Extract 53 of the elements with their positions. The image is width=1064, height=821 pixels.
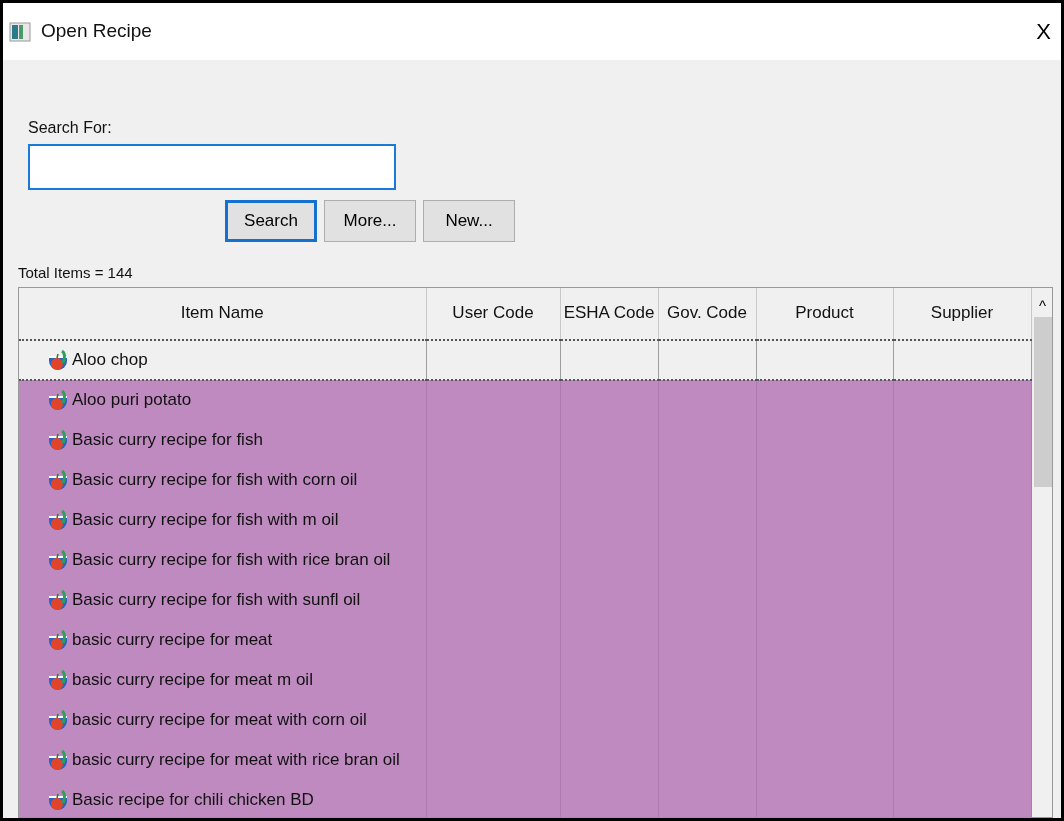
recipe-icon bbox=[47, 507, 69, 532]
dialog-button[interactable]: More... bbox=[324, 200, 416, 242]
table-row[interactable]: Basic curry recipe for fish with sunfl oil bbox=[19, 579, 1031, 620]
table-row[interactable]: Basic curry recipe for fish bbox=[19, 419, 1031, 460]
dialog-button[interactable]: Search bbox=[225, 200, 317, 242]
column-header[interactable]: ESHA Code bbox=[560, 287, 658, 340]
window-title: Open Recipe bbox=[41, 19, 152, 44]
app-icon bbox=[9, 21, 31, 42]
total-items-label: Total Items = 144 bbox=[18, 263, 134, 283]
table-row[interactable]: basic curry recipe for meat with corn oil bbox=[19, 699, 1031, 740]
item-name: basic curry recipe for meat m oil bbox=[72, 668, 313, 691]
recipe-icon bbox=[47, 587, 69, 612]
item-name: basic curry recipe for meat with rice bran oil bbox=[72, 748, 400, 771]
table-row[interactable]: Basic curry recipe for fish with m oil bbox=[19, 499, 1031, 540]
column-header[interactable]: User Code bbox=[426, 287, 560, 340]
column-header[interactable]: Supplier bbox=[893, 287, 1031, 340]
table-row[interactable]: Basic recipe for chili chicken BD bbox=[19, 779, 1031, 817]
recipe-icon bbox=[47, 627, 69, 652]
dialog-button[interactable]: New... bbox=[423, 200, 515, 242]
item-name: Basic curry recipe for fish with sunfl oil bbox=[72, 588, 361, 611]
item-name: Aloo chop bbox=[72, 348, 148, 371]
item-name: Basic recipe for chili chicken BD bbox=[72, 788, 314, 811]
table-row[interactable]: Aloo puri potato bbox=[19, 379, 1031, 420]
column-header[interactable]: Item Name bbox=[19, 287, 426, 340]
recipe-icon bbox=[47, 707, 69, 732]
recipe-icon bbox=[47, 467, 69, 492]
item-name: Basic curry recipe for fish with corn oil bbox=[72, 468, 358, 491]
recipe-icon bbox=[47, 787, 69, 812]
table-row[interactable]: Aloo chop bbox=[19, 339, 1031, 380]
item-name: Basic curry recipe for fish with m oil bbox=[72, 508, 339, 531]
item-name: basic curry recipe for meat with corn oil bbox=[72, 708, 367, 731]
item-name: Basic curry recipe for fish bbox=[72, 428, 263, 451]
close-button[interactable]: X bbox=[1032, 20, 1055, 43]
table-row[interactable]: basic curry recipe for meat with rice bran oil bbox=[19, 739, 1031, 780]
item-name: Basic curry recipe for fish with rice bran oil bbox=[72, 548, 391, 571]
item-name: Aloo puri potato bbox=[72, 389, 192, 412]
recipe-icon bbox=[47, 427, 69, 452]
recipe-icon bbox=[47, 667, 69, 692]
table-row[interactable]: basic curry recipe for meat bbox=[19, 619, 1031, 660]
search-field[interactable] bbox=[28, 144, 396, 190]
table-row[interactable]: basic curry recipe for meat m oil bbox=[19, 659, 1031, 700]
table-row[interactable]: Basic curry recipe for fish with corn oil bbox=[19, 459, 1031, 500]
recipe-icon bbox=[47, 547, 69, 572]
table-row[interactable]: Basic curry recipe for fish with rice bran oil bbox=[19, 539, 1031, 580]
column-header[interactable]: Gov. Code bbox=[658, 287, 756, 340]
recipe-icon bbox=[47, 388, 69, 412]
recipe-icon bbox=[47, 747, 69, 772]
scrollbar-thumb[interactable] bbox=[1033, 316, 1052, 487]
scroll-up-button[interactable]: ^ bbox=[1038, 287, 1046, 317]
recipe-icon bbox=[47, 347, 69, 372]
item-name: basic curry recipe for meat bbox=[72, 628, 273, 651]
column-header[interactable]: Product bbox=[756, 287, 893, 340]
search-label: Search For: bbox=[28, 118, 113, 138]
